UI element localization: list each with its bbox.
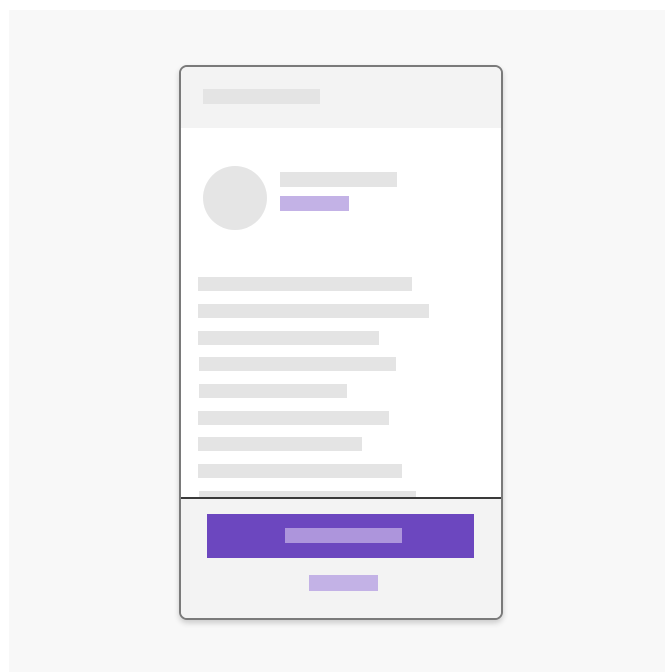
app-header: [181, 67, 501, 128]
profile-tag-placeholder: [280, 196, 349, 211]
text-line-placeholder: [199, 384, 347, 398]
avatar: [203, 166, 267, 230]
content-scroll-area[interactable]: [181, 128, 501, 497]
secondary-action-link[interactable]: [309, 575, 378, 591]
primary-action-button[interactable]: [207, 514, 474, 558]
text-line-placeholder: [199, 357, 396, 371]
header-title-placeholder: [203, 89, 320, 104]
text-line-placeholder: [198, 464, 402, 478]
action-footer: [181, 497, 501, 618]
profile-name-placeholder: [280, 172, 397, 187]
phone-frame: [179, 65, 503, 620]
text-line-placeholder: [198, 277, 412, 291]
primary-button-label-placeholder: [285, 528, 402, 543]
text-line-placeholder: [198, 304, 429, 318]
text-line-placeholder: [198, 437, 362, 451]
text-line-placeholder: [198, 331, 379, 345]
text-line-placeholder: [198, 411, 389, 425]
